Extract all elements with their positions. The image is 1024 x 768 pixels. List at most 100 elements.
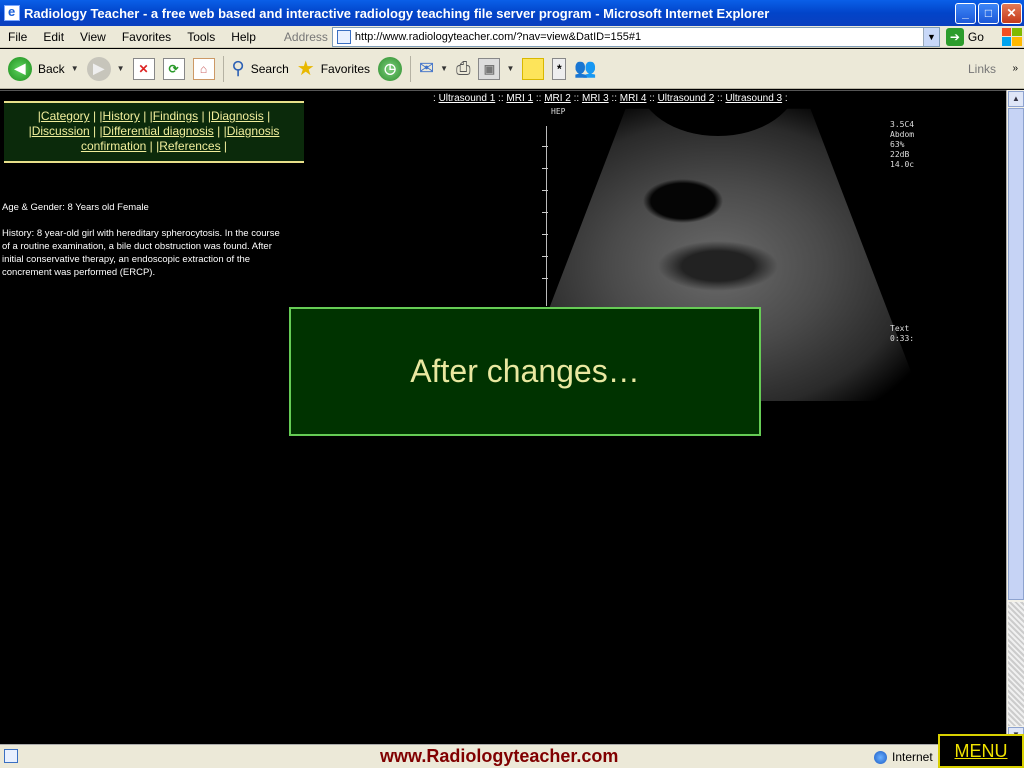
edit-button[interactable]: ▣ ▼ [478,57,514,80]
image-tab-ultrasound-2[interactable]: Ultrasound 2 [658,93,715,104]
note-icon [522,57,545,80]
zone-label: Internet [892,750,933,764]
forward-icon: ▶ [86,56,111,81]
windows-logo-icon [1001,27,1022,46]
close-button[interactable]: ✕ [1001,2,1022,24]
nav-link-discussion[interactable]: Discussion [32,124,90,138]
nav-link-findings[interactable]: Findings [153,109,198,123]
links-chevron-icon[interactable]: » [1012,63,1018,74]
menu-file[interactable]: File [0,30,35,44]
search-button[interactable]: ⚲ Search [232,58,289,79]
search-label: Search [250,61,289,76]
scroll-thumb[interactable] [1008,108,1024,600]
image-tab-mri-2[interactable]: MRI 2 [544,93,571,104]
window-titlebar: Radiology Teacher - a free web based and… [0,0,1024,26]
menu-edit[interactable]: Edit [35,30,72,44]
messenger-button[interactable]: 👥 [574,58,596,79]
image-tab-ultrasound-3[interactable]: Ultrasound 3 [725,93,782,104]
print-button[interactable]: ⎙ [456,58,470,79]
back-label: Back [38,61,65,76]
nav-link-diagnosis-confirmation-cont[interactable]: confirmation [81,139,146,153]
nav-line-1: |Category | |History | |Findings | |Diag… [37,109,271,123]
menu-favorites[interactable]: Favorites [114,30,179,44]
page-icon [336,29,351,44]
nav-link-diagnosis-confirmation[interactable]: Diagnosis [227,124,280,138]
globe-icon [874,750,887,764]
toolbar-separator [410,55,412,82]
ruler-tick [542,212,548,213]
nav-line-2: |Discussion | |Differential diagnosis | … [28,124,280,138]
search-icon: ⚲ [231,58,245,78]
discuss-icon: * [552,57,567,80]
image-tab-mri-3[interactable]: MRI 3 [582,93,609,104]
internet-explorer-icon [4,4,20,21]
scroll-up-icon[interactable]: ▲ [1008,91,1024,107]
toolbar: ◀ Back ▼ ▶ ▼ ✕ ⟳ ⌂ ⚲ Search ★ Favorites … [0,49,1024,89]
image-tab-ultrasound-1[interactable]: Ultrasound 1 [439,93,496,104]
favorites-button[interactable]: ★ Favorites [297,56,370,81]
home-button[interactable]: ⌂ [192,57,215,80]
nav-link-category[interactable]: Category [41,109,90,123]
nav-link-references[interactable]: References [159,139,220,153]
refresh-button[interactable]: ⟳ [162,57,185,80]
security-zone: Internet [874,750,933,764]
menu-tools[interactable]: Tools [179,30,223,44]
status-page-icon [4,749,18,763]
favorites-icon: ★ [296,58,315,80]
overlay-text: After changes… [410,353,640,389]
mail-icon: ✉ [419,58,435,78]
patient-history: History: 8 year-old girl with hereditary… [2,228,280,278]
ruler-tick [542,278,548,279]
mail-button[interactable]: ✉ ▼ [419,58,448,79]
ultrasound-depth-ruler [546,126,547,306]
image-tab-mri-1[interactable]: MRI 1 [506,93,533,104]
links-label[interactable]: Links [968,62,996,76]
address-url[interactable]: http://www.radiologyteacher.com/?nav=vie… [355,31,923,43]
window-title: Radiology Teacher - a free web based and… [24,5,770,21]
ruler-tick [542,190,548,191]
menu-view[interactable]: View [72,30,114,44]
back-button[interactable]: ◀ Back ▼ [8,56,79,81]
stop-icon: ✕ [132,57,155,80]
ruler-tick [542,146,548,147]
nav-link-differential-diagnosis[interactable]: Differential diagnosis [103,124,214,138]
mail-dropdown-icon[interactable]: ▼ [440,64,448,73]
edit-dropdown-icon[interactable]: ▼ [506,64,514,73]
minimize-button[interactable]: _ [955,2,976,24]
ruler-tick [542,168,548,169]
back-icon: ◀ [8,56,32,81]
history-button[interactable]: ◷ [378,56,403,81]
forward-button[interactable]: ▶ ▼ [86,56,125,81]
history-icon: ◷ [378,56,403,81]
go-button[interactable]: ➔ Go [945,27,984,46]
go-label: Go [967,29,984,44]
discuss-button[interactable]: * [552,57,567,80]
address-label: Address [283,29,328,44]
note-button[interactable] [522,57,545,80]
overlay-caption: After changes… [289,307,761,436]
go-arrow-icon: ➔ [945,27,964,46]
scroll-track[interactable] [1008,602,1024,726]
nav-link-diagnosis[interactable]: Diagnosis [211,109,264,123]
menu-bar: File Edit View Favorites Tools Help Addr… [0,26,1024,48]
ultrasound-settings: 3.5C4 Abdom 63% 22dB 14.0c [890,120,915,169]
favorites-label: Favorites [320,61,371,76]
menu-help[interactable]: Help [223,30,264,44]
address-dropdown-icon[interactable]: ▼ [922,27,939,46]
edit-icon: ▣ [478,57,501,80]
menu-button[interactable]: MENU [938,734,1024,768]
age-gender: Age & Gender: 8 Years old Female [2,202,149,213]
maximize-button[interactable]: □ [978,2,999,24]
status-bar: www.Radiologyteacher.com Internet [0,744,1024,768]
back-dropdown-icon[interactable]: ▼ [71,64,79,73]
stop-button[interactable]: ✕ [132,57,155,80]
image-tab-mri-4[interactable]: MRI 4 [620,93,647,104]
ruler-tick [542,234,548,235]
patient-info: Age & Gender: 8 Years old Female History… [2,201,287,279]
ruler-tick [542,256,548,257]
vertical-scrollbar[interactable]: ▲ ▼ [1006,90,1024,744]
address-bar[interactable]: http://www.radiologyteacher.com/?nav=vie… [331,26,940,47]
forward-dropdown-icon[interactable]: ▼ [117,64,125,73]
nav-link-history[interactable]: History [103,109,140,123]
nav-line-3: confirmation | |References | [80,139,228,153]
